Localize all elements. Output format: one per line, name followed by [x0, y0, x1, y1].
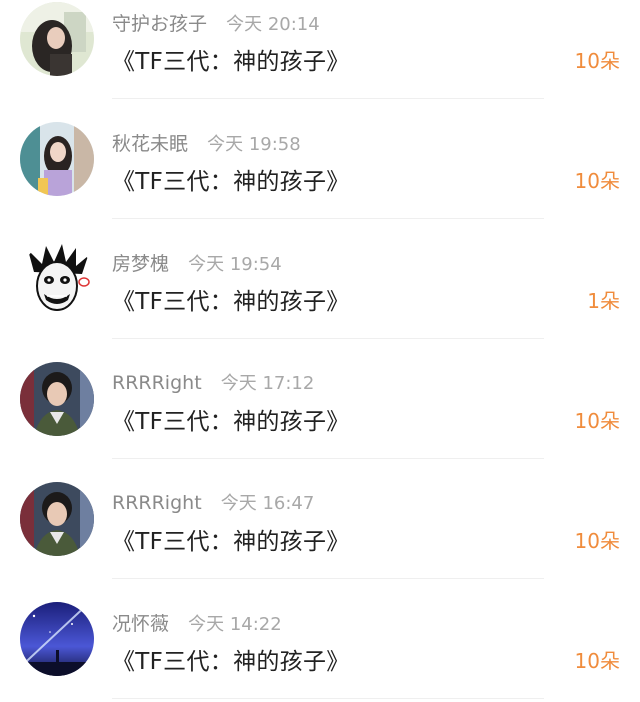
book-title[interactable]: 《TF三代：神的孩子》	[112, 522, 350, 556]
avatar[interactable]	[20, 122, 94, 196]
item-meta: 房梦槐 今天 19:54	[112, 249, 282, 276]
divider	[112, 578, 544, 579]
username[interactable]: 守护お孩子	[112, 13, 207, 35]
timestamp: 今天 20:14	[226, 14, 320, 35]
gift-amount: 10朵	[574, 649, 620, 673]
avatar[interactable]	[20, 602, 94, 676]
username[interactable]: RRRRight	[112, 372, 202, 394]
username[interactable]: 房梦槐	[112, 253, 169, 275]
item-meta: 况怀薇 今天 14:22	[112, 609, 282, 636]
timestamp: 今天 17:12	[220, 373, 315, 394]
timestamp: 今天 19:58	[207, 134, 301, 155]
feed-item[interactable]: 况怀薇 今天 14:22 《TF三代：神的孩子》 10朵	[0, 600, 640, 702]
gift-feed: 守护お孩子 今天 20:14 《TF三代：神的孩子》 10朵 秋花未眠 今天 1…	[0, 0, 640, 702]
timestamp: 今天 19:54	[188, 254, 282, 275]
gift-amount: 10朵	[574, 529, 620, 553]
gift-amount: 10朵	[574, 409, 620, 433]
gift-amount: 1朵	[587, 289, 620, 313]
feed-item[interactable]: 秋花未眠 今天 19:58 《TF三代：神的孩子》 10朵	[0, 120, 640, 240]
avatar-cartoon-face-icon	[20, 242, 94, 316]
avatar-boy-photo-icon	[20, 482, 94, 556]
username[interactable]: 况怀薇	[112, 613, 169, 635]
gift-amount: 10朵	[574, 49, 620, 73]
gift-amount: 10朵	[574, 169, 620, 193]
feed-item[interactable]: RRRRight 今天 16:47 《TF三代：神的孩子》 10朵	[0, 480, 640, 600]
avatar[interactable]	[20, 2, 94, 76]
avatar[interactable]	[20, 362, 94, 436]
avatar-night-sky-icon	[20, 602, 94, 676]
item-meta: RRRRight 今天 17:12	[112, 369, 314, 395]
feed-item[interactable]: RRRRight 今天 17:12 《TF三代：神的孩子》 10朵	[0, 360, 640, 480]
avatar-girl-photo-icon	[20, 2, 94, 76]
book-title[interactable]: 《TF三代：神的孩子》	[112, 402, 350, 436]
item-meta: 秋花未眠 今天 19:58	[112, 129, 301, 156]
timestamp: 今天 14:22	[188, 614, 282, 635]
divider	[112, 218, 544, 219]
item-meta: 守护お孩子 今天 20:14	[112, 9, 320, 36]
timestamp: 今天 16:47	[220, 493, 315, 514]
divider	[112, 338, 544, 339]
username[interactable]: RRRRight	[112, 492, 202, 514]
avatar-boy-photo-icon	[20, 362, 94, 436]
divider	[112, 458, 544, 459]
divider	[112, 698, 544, 699]
feed-item[interactable]: 守护お孩子 今天 20:14 《TF三代：神的孩子》 10朵	[0, 0, 640, 120]
feed-item[interactable]: 房梦槐 今天 19:54 《TF三代：神的孩子》 1朵	[0, 240, 640, 360]
divider	[112, 98, 544, 99]
username[interactable]: 秋花未眠	[112, 133, 188, 155]
avatar[interactable]	[20, 242, 94, 316]
book-title[interactable]: 《TF三代：神的孩子》	[112, 162, 350, 196]
avatar-girl-photo-icon	[20, 122, 94, 196]
item-meta: RRRRight 今天 16:47	[112, 489, 314, 515]
book-title[interactable]: 《TF三代：神的孩子》	[112, 282, 350, 316]
book-title[interactable]: 《TF三代：神的孩子》	[112, 642, 350, 676]
book-title[interactable]: 《TF三代：神的孩子》	[112, 42, 350, 76]
avatar[interactable]	[20, 482, 94, 556]
